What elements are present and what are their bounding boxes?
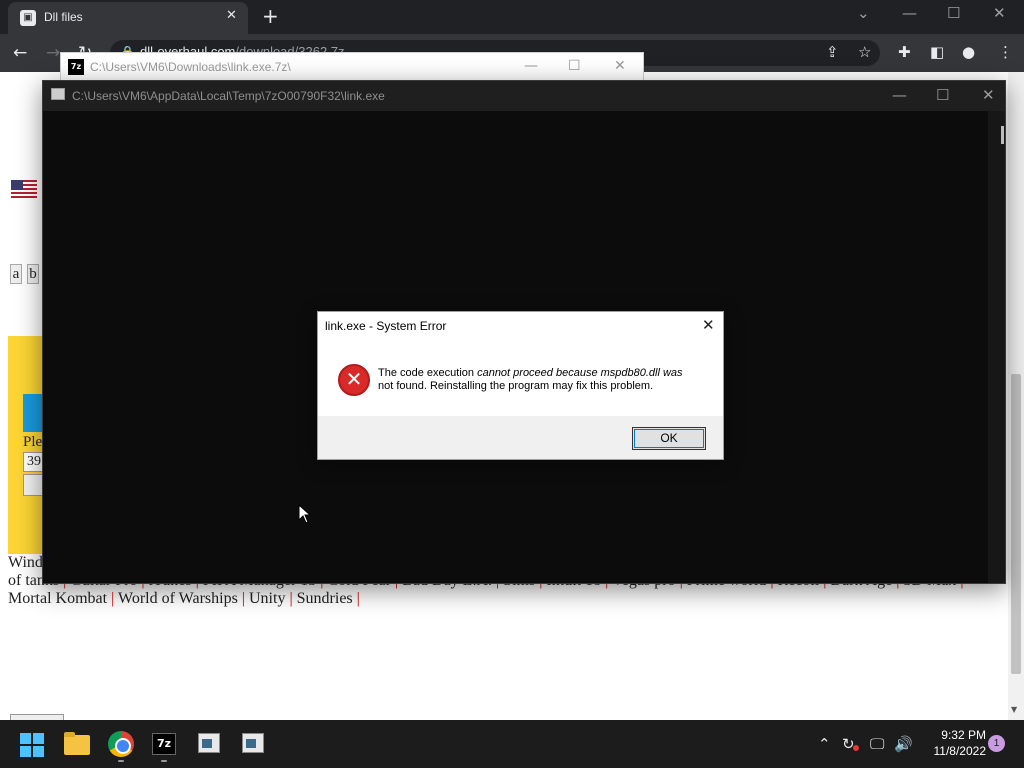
console-maximize-button[interactable]: ☐	[936, 86, 949, 104]
volume-icon[interactable]: 🔊	[894, 735, 913, 753]
chrome-running-indicator	[118, 760, 124, 762]
sevenzip-taskbar-icon[interactable]: 7z	[152, 733, 176, 755]
forward-arrow-icon[interactable]: →	[46, 43, 60, 63]
error-message-line-2: not found. Reinstalling the program may …	[378, 380, 654, 392]
us-flag-canton	[11, 180, 23, 190]
console-close-button[interactable]: ✕	[982, 86, 995, 104]
chrome-icon[interactable]	[108, 731, 134, 757]
browser-close-button[interactable]: ✕	[993, 4, 1006, 22]
link-item[interactable]: World of Warships	[118, 590, 238, 607]
clock-date[interactable]: 11/8/2022	[912, 744, 987, 758]
sevenzip-running-indicator	[161, 760, 167, 762]
console-minimize-button[interactable]: —	[892, 86, 907, 104]
windows-start-icon[interactable]	[20, 733, 44, 757]
profile-avatar-icon[interactable]: ●	[962, 43, 975, 61]
scroll-down-icon[interactable]: ▼	[1011, 705, 1017, 714]
tab-search-icon[interactable]: ⌄	[857, 4, 870, 22]
back-arrow-icon[interactable]: ←	[13, 43, 27, 63]
browser-minimize-button[interactable]: —	[902, 4, 917, 22]
sevenzip-minimize-button[interactable]: —	[524, 58, 538, 74]
side-panel-icon[interactable]: ◧	[930, 43, 944, 61]
show-hidden-icons-icon[interactable]: ⌃	[818, 735, 831, 753]
file-explorer-icon[interactable]	[64, 732, 90, 755]
link-item[interactable]: Mortal Kombat	[8, 590, 107, 607]
sevenzip-maximize-button[interactable]: ☐	[568, 58, 581, 74]
dialog-title: link.exe - System Error	[325, 319, 447, 333]
notification-badge[interactable]: 1	[988, 735, 1005, 752]
error-icon: ✕	[338, 364, 370, 396]
console-scroll-thumb[interactable]	[1001, 126, 1004, 144]
mouse-cursor-icon	[298, 504, 312, 524]
console-scrollbar[interactable]	[988, 111, 1005, 583]
console-taskbar-icon[interactable]	[198, 733, 220, 753]
console-app-icon	[51, 88, 65, 100]
browser-restore-button[interactable]: ☐	[947, 4, 960, 22]
sevenzip-app-icon: 7z	[68, 59, 84, 75]
sevenzip-window-title: C:\Users\VM6\Downloads\link.exe.7z\	[90, 60, 291, 74]
browser-menu-icon[interactable]: ⋮	[998, 43, 1013, 61]
page-favicon-icon: ▣	[20, 10, 36, 26]
sevenzip-close-button[interactable]: ✕	[614, 58, 626, 74]
page-scroll-thumb[interactable]	[1011, 374, 1021, 674]
bookmark-star-icon[interactable]: ☆	[858, 43, 871, 61]
extensions-puzzle-icon[interactable]: ✚	[898, 43, 911, 61]
links-line-3: Mortal Kombat | World of Warships | Unit…	[8, 590, 360, 607]
error-message-line-1: The code execution cannot proceed becaus…	[378, 367, 683, 379]
letter-a-button[interactable]: a	[10, 264, 22, 284]
dialog-close-icon[interactable]: ✕	[702, 316, 715, 334]
tab-title: Dll files	[44, 10, 83, 24]
console-window-title: C:\Users\VM6\AppData\Local\Temp\7zO00790…	[72, 89, 385, 103]
link-item[interactable]: Sundries	[297, 590, 353, 607]
new-tab-button[interactable]: +	[262, 4, 279, 28]
console-taskbar-icon-2[interactable]	[242, 733, 264, 753]
letter-b-button[interactable]: b	[27, 264, 39, 284]
sync-icon[interactable]: ↻	[842, 735, 855, 753]
ok-button[interactable]: OK	[632, 427, 706, 450]
clock-time[interactable]: 9:32 PM	[926, 728, 986, 742]
tab-close-icon[interactable]: ✕	[226, 8, 237, 23]
network-icon[interactable]: 🖵	[870, 735, 884, 753]
share-icon[interactable]: ⇪	[826, 43, 839, 61]
sync-alert-badge	[853, 745, 859, 751]
browser-tab[interactable]: ▣ Dll files ✕	[8, 2, 248, 34]
link-item[interactable]: Unity	[249, 590, 285, 607]
